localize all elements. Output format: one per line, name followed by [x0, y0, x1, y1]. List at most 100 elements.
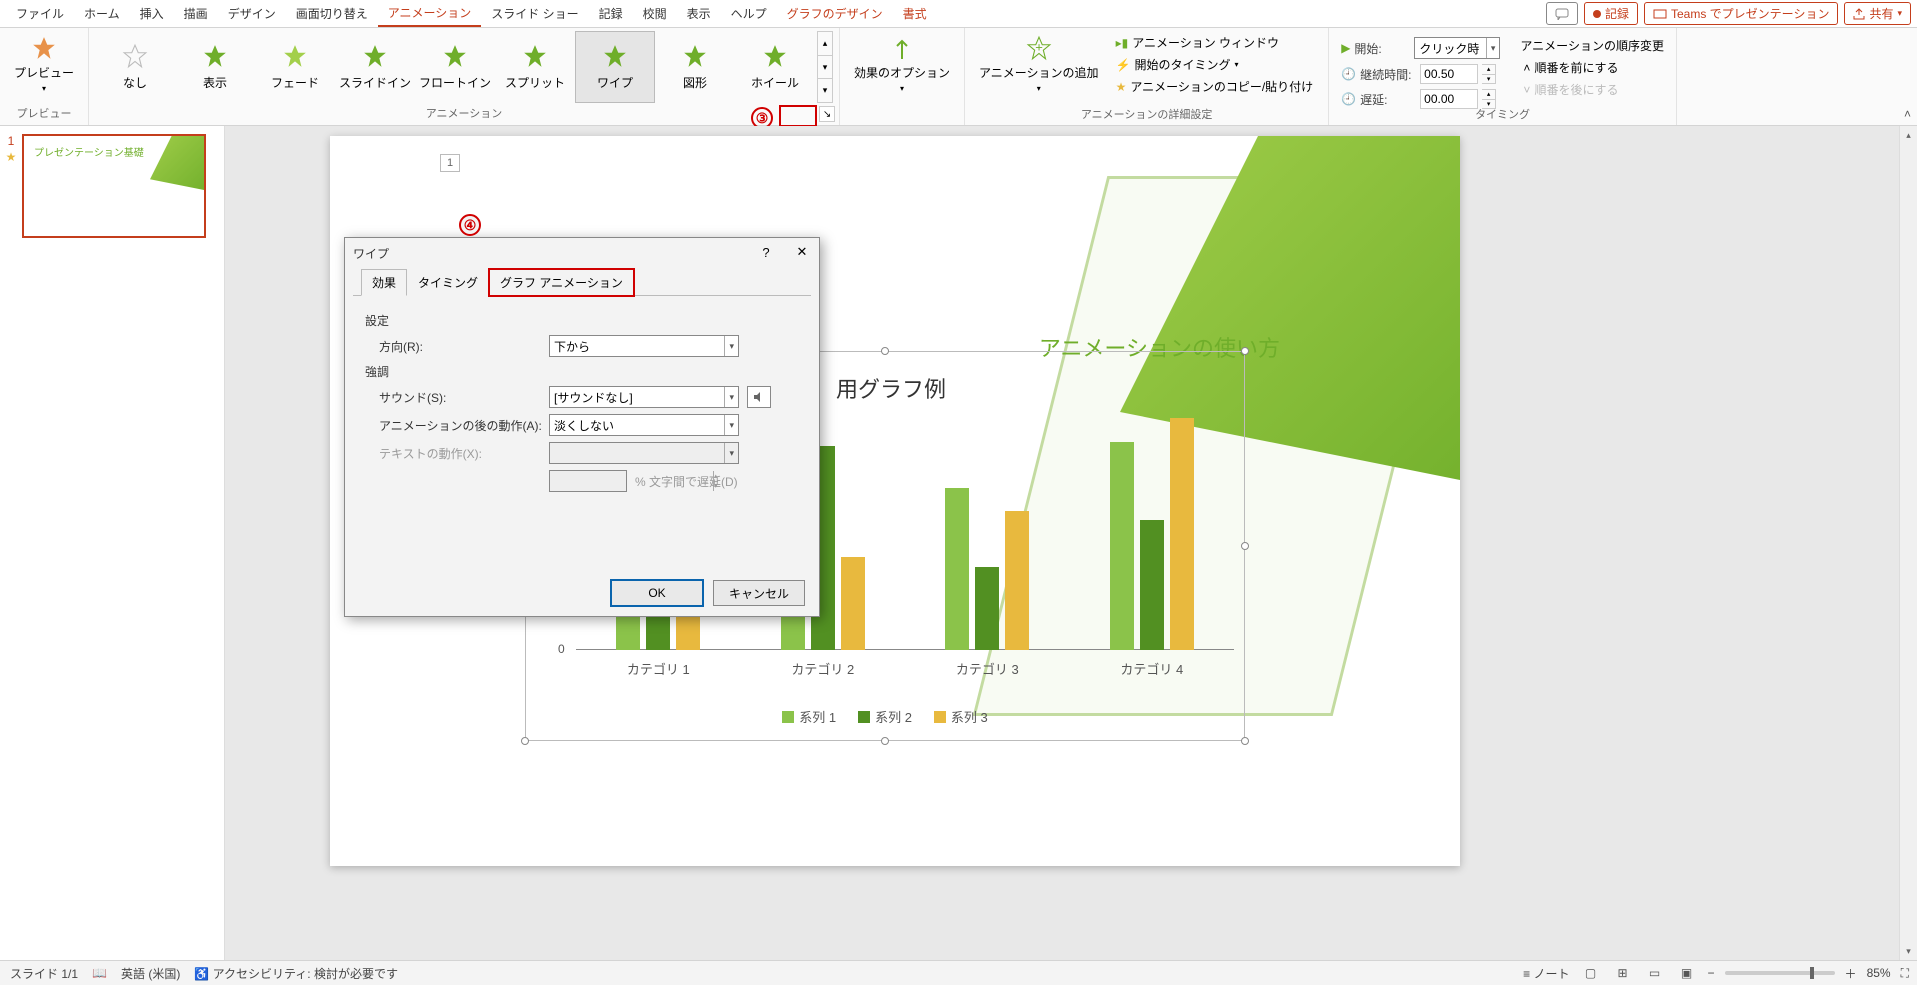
trigger-button[interactable]: ⚡開始のタイミング ▾	[1113, 55, 1317, 74]
anim-wheel[interactable]: ホイール	[735, 31, 815, 103]
anim-shape[interactable]: 図形	[655, 31, 735, 103]
group-advanced-label: アニメーションの詳細設定	[965, 104, 1328, 125]
tab-transition[interactable]: 画面切り替え	[286, 1, 378, 26]
gallery-more-icon[interactable]: ▾	[818, 78, 832, 102]
status-bar: スライド 1/1 📖 英語 (米国) ♿ アクセシビリティ: 検討が必要です ≡…	[0, 960, 1917, 985]
workspace: 1★ プレゼンテーション基礎 1 ション基礎 アニメーションの使い方 用グラフ例…	[0, 126, 1917, 960]
animation-painter-button[interactable]: ★アニメーションのコピー/貼り付け	[1113, 77, 1317, 96]
tab-insert[interactable]: 挿入	[130, 1, 174, 26]
chart-legend: 系列 1系列 2系列 3	[526, 707, 1244, 726]
slide-counter[interactable]: スライド 1/1	[10, 965, 78, 982]
scroll-up-icon[interactable]: ▴	[1900, 126, 1917, 144]
animation-dialog-launcher[interactable]: ↘	[819, 106, 835, 122]
group-advanced-animation: + アニメーションの追加▾ ▸▮アニメーション ウィンドウ ⚡開始のタイミング …	[965, 28, 1329, 125]
normal-view-icon[interactable]: ▢	[1580, 964, 1602, 982]
dialog-tabs: 効果 タイミング グラフ アニメーション	[353, 268, 811, 296]
tab-review[interactable]: 校閲	[633, 1, 677, 26]
dialog-title: ワイプ	[353, 245, 389, 262]
tab-draw[interactable]: 描画	[174, 1, 218, 26]
gallery-up-icon[interactable]: ▴	[818, 32, 832, 55]
dialog-help-button[interactable]: ?	[753, 240, 779, 264]
language-status[interactable]: 英語 (米国)	[121, 965, 180, 982]
move-later-button: ˅順番を後にする	[1520, 80, 1664, 99]
zoom-slider[interactable]	[1725, 971, 1835, 975]
tab-chart-design[interactable]: グラフのデザイン	[777, 1, 893, 26]
gallery-down-icon[interactable]: ▾	[818, 55, 832, 79]
duration-input[interactable]	[1420, 64, 1478, 84]
titlebar-right: 記録 Teams でプレゼンテーション 共有▾	[1546, 2, 1911, 25]
gallery-scroll[interactable]: ▴▾▾	[817, 31, 833, 103]
section-settings: 設定	[365, 312, 799, 329]
slideshow-view-icon[interactable]: ▣	[1676, 964, 1698, 982]
share-button[interactable]: 共有▾	[1844, 2, 1911, 25]
anim-appear[interactable]: 表示	[175, 31, 255, 103]
animation-pane-button[interactable]: ▸▮アニメーション ウィンドウ	[1113, 33, 1317, 52]
spellcheck-icon[interactable]: 📖	[92, 966, 107, 980]
text-delay-spinner: ▴▾	[549, 470, 627, 492]
reorder-label: アニメーションの順序変更	[1520, 36, 1664, 55]
comments-button[interactable]	[1546, 2, 1578, 25]
tab-file[interactable]: ファイル	[6, 1, 74, 26]
ribbon: プレビュー▾ プレビュー なし 表示 フェード スライドイン フロートイン スプ…	[0, 28, 1917, 126]
group-timing-label: タイミング	[1329, 104, 1676, 125]
sound-volume-button[interactable]	[747, 386, 771, 408]
fit-to-window-button[interactable]: ⛶	[1901, 966, 1909, 981]
sound-combo[interactable]: [サウンドなし]▾	[549, 386, 739, 408]
tab-home[interactable]: ホーム	[74, 1, 130, 26]
tab-animation[interactable]: アニメーション	[378, 0, 482, 27]
pct-delay-label: % 文字間で遅延(D)	[635, 473, 738, 490]
slide-anim-tag[interactable]: 1	[440, 154, 460, 172]
ok-button[interactable]: OK	[611, 580, 703, 606]
record-button[interactable]: 記録	[1584, 2, 1638, 25]
dialog-titlebar[interactable]: ワイプ ④ ? ✕	[345, 238, 819, 268]
group-timing: ▶開始:クリック時▾ 🕘継続時間:▴▾ 🕘遅延:▴▾ アニメーションの順序変更 …	[1329, 28, 1677, 125]
dialog-tab-effect[interactable]: 効果	[361, 269, 407, 296]
section-enhance: 強調	[365, 363, 799, 380]
slide-thumbnail-1[interactable]: プレゼンテーション基礎	[22, 134, 206, 238]
direction-combo[interactable]: 下から▾	[549, 335, 739, 357]
cancel-button[interactable]: キャンセル	[713, 580, 805, 606]
thumbnail-pane[interactable]: 1★ プレゼンテーション基礎	[0, 126, 225, 960]
zoom-level[interactable]: 85%	[1867, 966, 1891, 980]
tab-record[interactable]: 記録	[589, 1, 633, 26]
dialog-tab-chart-animation[interactable]: グラフ アニメーション	[489, 269, 634, 296]
animate-text-label: テキストの動作(X):	[379, 445, 549, 462]
anim-floatin[interactable]: フロートイン	[415, 31, 495, 103]
move-earlier-button[interactable]: ˄順番を前にする	[1520, 58, 1664, 77]
duration-spinner[interactable]: ▴▾	[1482, 64, 1496, 84]
tab-help[interactable]: ヘルプ	[721, 1, 777, 26]
add-animation-button[interactable]: + アニメーションの追加▾	[971, 31, 1107, 103]
wipe-dialog[interactable]: ワイプ ④ ? ✕ 効果 タイミング グラフ アニメーション 設定 方向(R):…	[344, 237, 820, 617]
anim-fade[interactable]: フェード	[255, 31, 335, 103]
teams-present-button[interactable]: Teams でプレゼンテーション	[1644, 2, 1838, 25]
duration-label: 継続時間:	[1360, 66, 1416, 83]
dialog-close-button[interactable]: ✕	[789, 240, 815, 264]
scroll-down-icon[interactable]: ▾	[1900, 942, 1917, 960]
effect-options-button[interactable]: 効果のオプション▾	[846, 31, 958, 103]
play-icon: ▶	[1341, 41, 1350, 55]
collapse-ribbon-icon[interactable]: ˄	[1904, 107, 1911, 121]
anim-split[interactable]: スプリット	[495, 31, 575, 103]
clock-icon: 🕘	[1341, 67, 1356, 81]
tab-format[interactable]: 書式	[893, 1, 937, 26]
tab-slideshow[interactable]: スライド ショー	[481, 1, 588, 26]
preview-button[interactable]: プレビュー▾	[6, 31, 82, 103]
tab-view[interactable]: 表示	[677, 1, 721, 26]
group-animation: なし 表示 フェード スライドイン フロートイン スプリット ワイプ 図形 ホイ…	[89, 28, 840, 125]
anim-wipe[interactable]: ワイプ	[575, 31, 655, 103]
zoom-out-button[interactable]: −	[1708, 966, 1715, 980]
anim-none[interactable]: なし	[95, 31, 175, 103]
notes-button[interactable]: ≡ ノート	[1523, 965, 1569, 982]
ribbon-tabbar: ファイル ホーム 挿入 描画 デザイン 画面切り替え アニメーション スライド …	[0, 0, 1917, 28]
zoom-in-button[interactable]: ＋	[1845, 965, 1857, 982]
dialog-tab-timing[interactable]: タイミング	[407, 269, 489, 296]
start-combo[interactable]: クリック時▾	[1414, 37, 1500, 59]
anim-flyin[interactable]: スライドイン	[335, 31, 415, 103]
after-animation-combo[interactable]: 淡くしない▾	[549, 414, 739, 436]
accessibility-status[interactable]: ♿ アクセシビリティ: 検討が必要です	[194, 965, 398, 982]
group-preview-label: プレビュー	[17, 103, 72, 124]
tab-design[interactable]: デザイン	[218, 1, 286, 26]
sorter-view-icon[interactable]: ⊞	[1612, 964, 1634, 982]
reading-view-icon[interactable]: ▭	[1644, 964, 1666, 982]
vertical-scrollbar[interactable]: ▴ ▾	[1899, 126, 1917, 960]
